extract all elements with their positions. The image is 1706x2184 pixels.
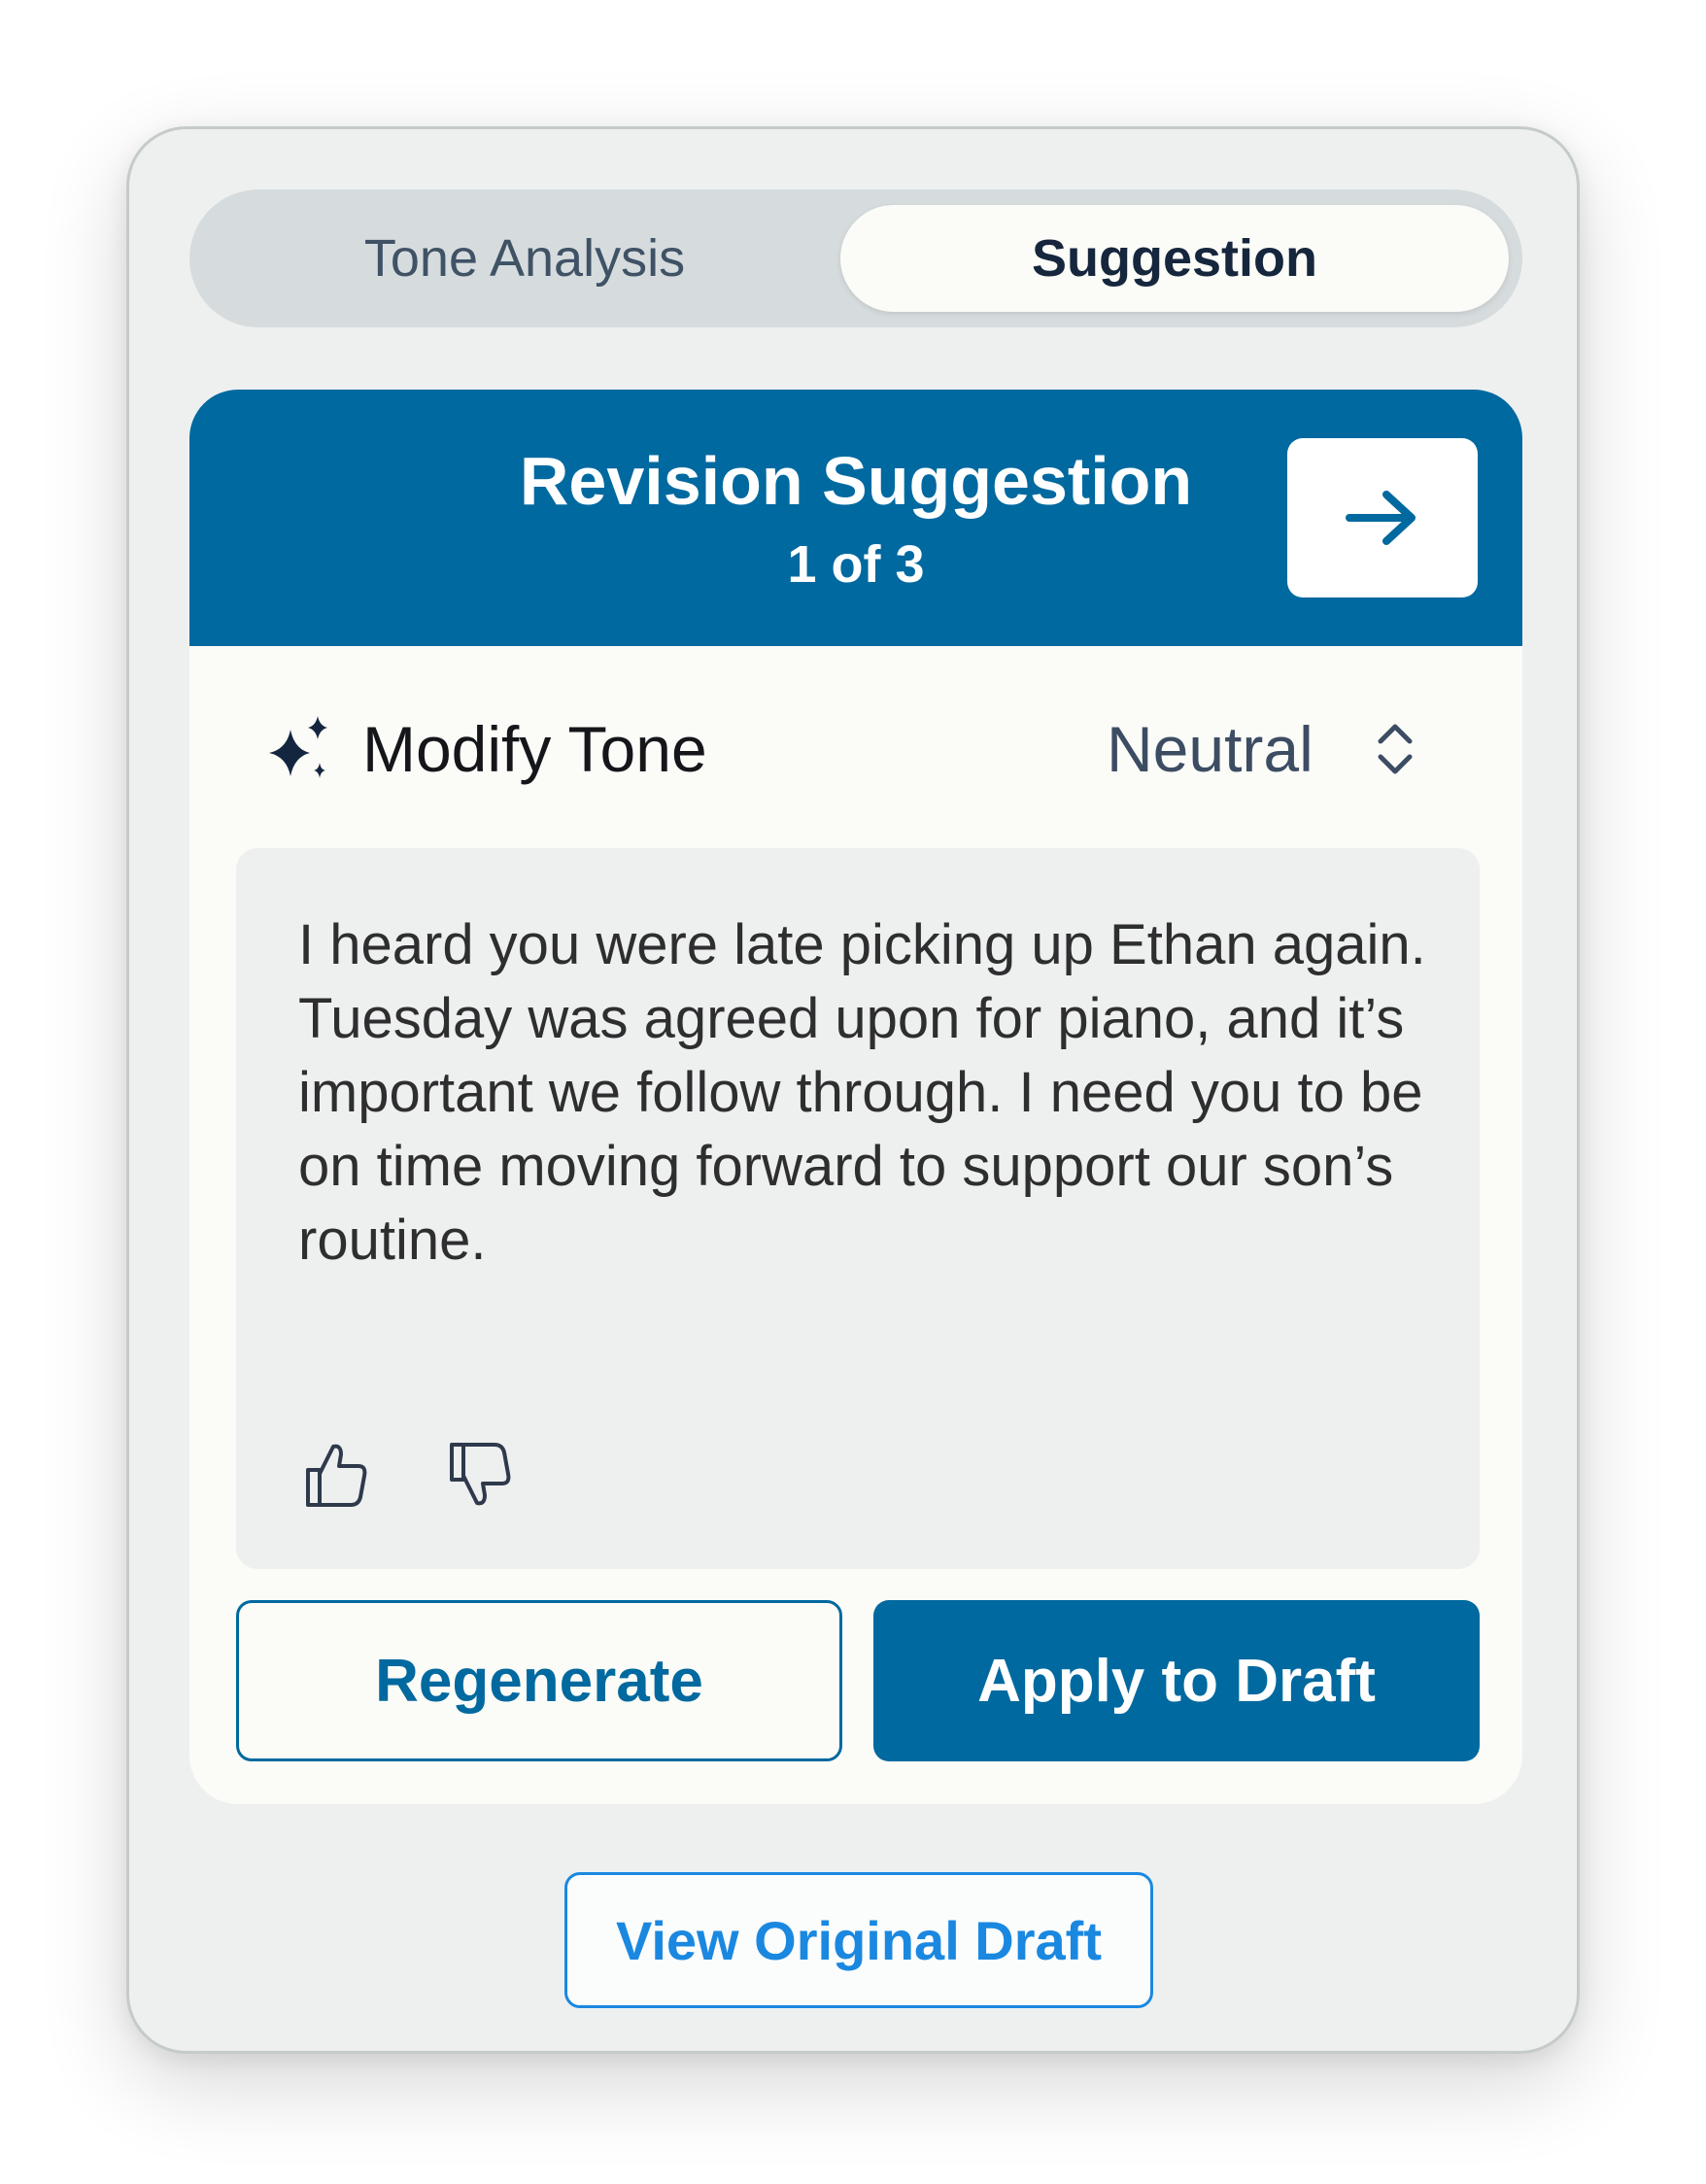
card-header: Revision Suggestion 1 of 3: [189, 390, 1522, 646]
tab-tone-analysis[interactable]: Tone Analysis: [205, 205, 844, 312]
modify-tone-label: Modify Tone: [362, 713, 707, 785]
tone-select[interactable]: Neutral: [1107, 702, 1437, 796]
suggestion-text: I heard you were late picking up Ethan a…: [298, 913, 1426, 1272]
thumbs-down-icon[interactable]: [442, 1437, 518, 1513]
view-original-draft-button[interactable]: View Original Draft: [564, 1872, 1153, 2008]
modify-tone-row: Modify Tone Neutral: [189, 646, 1522, 848]
regenerate-button[interactable]: Regenerate: [236, 1600, 842, 1761]
tone-value: Neutral: [1107, 713, 1314, 785]
tab-switcher: Tone Analysis Suggestion: [189, 189, 1522, 327]
arrow-right-icon: [1346, 491, 1416, 545]
thumbs-up-icon[interactable]: [298, 1437, 374, 1513]
suggestion-panel: Tone Analysis Suggestion Revision Sugges…: [126, 126, 1580, 2054]
apply-to-draft-button[interactable]: Apply to Draft: [873, 1600, 1480, 1761]
next-suggestion-button[interactable]: [1287, 438, 1478, 597]
tab-suggestion[interactable]: Suggestion: [840, 205, 1509, 312]
revision-card: Revision Suggestion 1 of 3 Modify Tone N…: [189, 390, 1522, 1804]
suggestion-text-box: I heard you were late picking up Ethan a…: [236, 848, 1480, 1569]
sparkle-icon: [269, 716, 327, 778]
chevron-up-down-icon: [1378, 724, 1413, 774]
